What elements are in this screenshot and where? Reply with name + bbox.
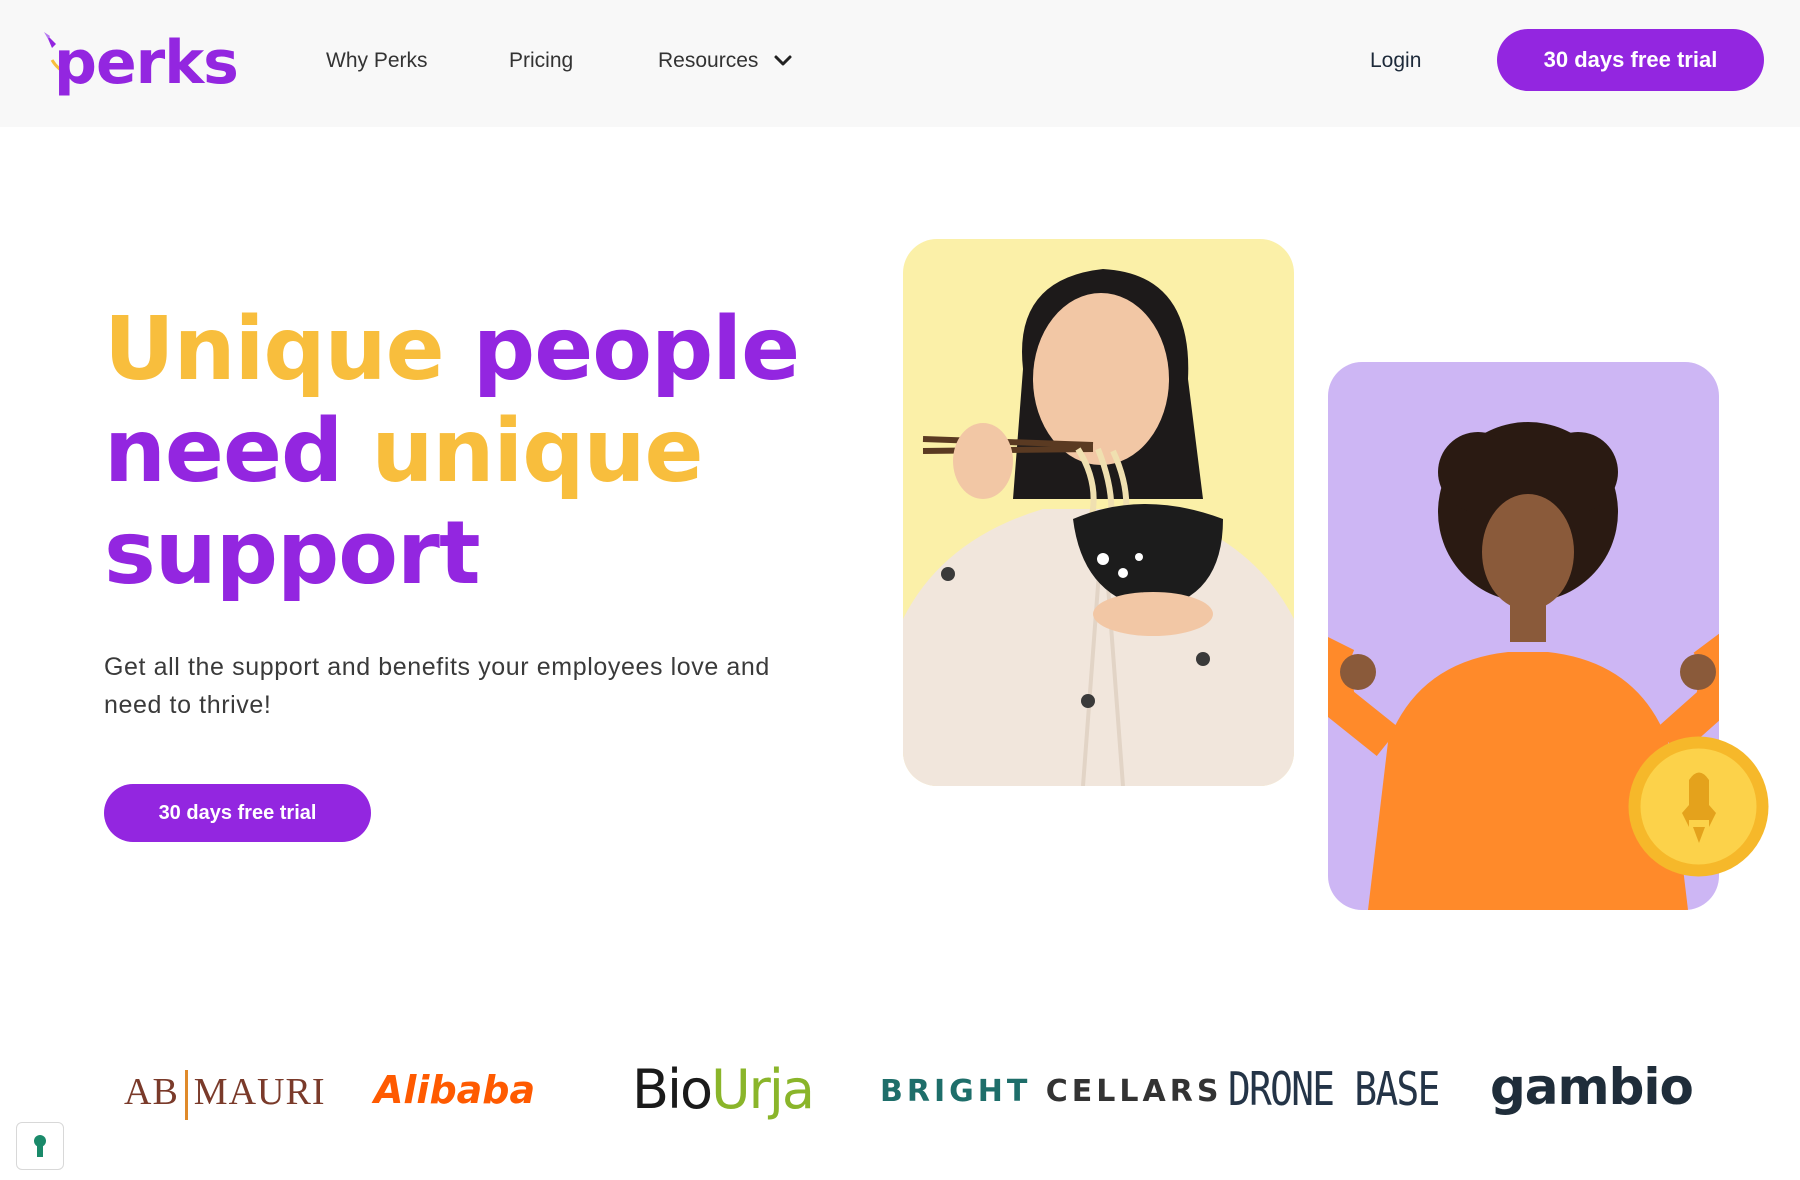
photo-illustration: [903, 269, 1294, 786]
login-link[interactable]: Login: [1370, 46, 1421, 76]
bright-cellars-logo: BRIGHT CELLARS: [880, 1074, 1222, 1109]
logo-text: perks: [54, 28, 239, 98]
headline-word: Unique: [104, 298, 445, 400]
nav-why-perks[interactable]: Why Perks: [326, 46, 428, 76]
headline-word: people: [472, 298, 800, 400]
nav-resources-dropdown[interactable]: Resources: [658, 46, 794, 76]
chevron-down-icon: [774, 55, 792, 66]
bright-cellars-logo-part: BRIGHT: [880, 1074, 1032, 1109]
gambio-logo: gambio: [1490, 1058, 1694, 1116]
abmauri-logo: AB MAURI: [124, 1070, 326, 1121]
headline-word: unique: [371, 400, 704, 502]
nav-free-trial-button[interactable]: 30 days free trial: [1497, 29, 1764, 91]
hero-headline: Unique people need unique support: [104, 298, 824, 604]
woman-eating-noodles-photo: [903, 239, 1294, 786]
alibaba-logo: Alibaba: [374, 1068, 536, 1112]
biourja-logo-part: Urja: [711, 1058, 815, 1121]
abmauri-logo-part: MAURI: [193, 1071, 326, 1113]
perks-logo[interactable]: perks: [42, 28, 239, 98]
coin-rocket-icon: [1628, 736, 1769, 877]
bright-cellars-logo-part: CELLARS: [1045, 1074, 1223, 1109]
hero-subtitle: Get all the support and benefits your em…: [104, 653, 770, 719]
biourja-logo-part: Bio: [632, 1058, 713, 1121]
drone-base-logo: DRONE BASE: [1228, 1062, 1440, 1116]
top-navbar: perks Why Perks Pricing Resources Login …: [0, 0, 1800, 127]
nav-resources-label: Resources: [658, 49, 759, 72]
hero-free-trial-button[interactable]: 30 days free trial: [104, 784, 371, 842]
headline-word: need: [104, 400, 343, 502]
cookie-keyhole-icon: [34, 1135, 46, 1157]
nav-pricing[interactable]: Pricing: [509, 46, 573, 76]
client-logos: AB MAURI Alibaba BioUrja BRIGHT CELLARS D…: [0, 1030, 1800, 1150]
biourja-logo: BioUrja: [632, 1058, 815, 1121]
cookie-settings-button[interactable]: [16, 1122, 64, 1170]
headline-word: support: [104, 502, 481, 604]
abmauri-logo-part: AB: [124, 1071, 179, 1113]
